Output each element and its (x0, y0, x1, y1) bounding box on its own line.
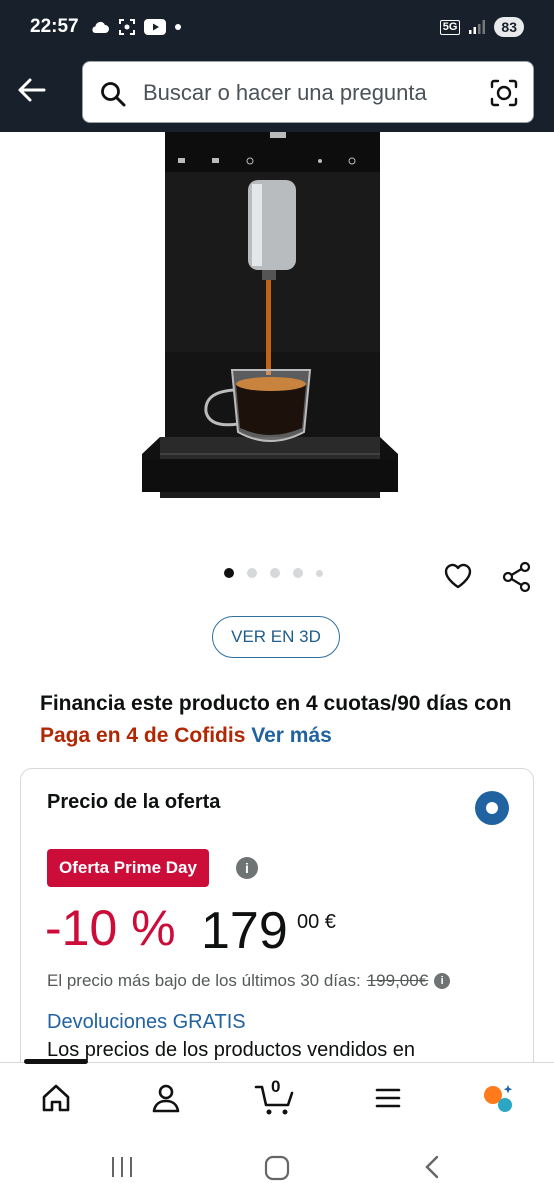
status-system-icons: 5G 83 (439, 17, 524, 37)
nav-rufus[interactable] (478, 1081, 518, 1121)
home-button-icon[interactable] (264, 1155, 290, 1181)
price-cents: 00 € (297, 911, 336, 933)
dot-icon (175, 24, 181, 30)
bottom-nav: 0 (0, 1059, 554, 1135)
signal-icon (469, 20, 486, 34)
system-nav-bar (0, 1134, 554, 1200)
back-nav-icon[interactable] (422, 1154, 444, 1180)
financing-more-link[interactable]: Ver más (251, 724, 332, 747)
account-icon (152, 1084, 180, 1113)
cart-count: 0 (271, 1077, 281, 1096)
coffee-machine-image (142, 132, 398, 498)
menu-icon (375, 1088, 401, 1108)
price-disclaimer: Los precios de los productos vendidos en (47, 1039, 416, 1061)
info-icon[interactable]: i (434, 973, 451, 989)
nav-account[interactable] (146, 1081, 186, 1121)
info-icon[interactable]: i (236, 857, 258, 879)
rufus-icon (484, 1085, 513, 1112)
lowest-price-info: El precio más bajo de los últimos 30 día… (47, 971, 451, 991)
back-arrow-icon (18, 78, 46, 102)
financing-provider: Paga en 4 de Cofidis (40, 724, 246, 747)
nav-menu[interactable] (368, 1081, 408, 1121)
network-5g: 5G (439, 19, 461, 35)
offer-radio[interactable] (475, 791, 509, 825)
status-time: 22:57 (30, 16, 79, 37)
carousel-dot[interactable] (270, 568, 280, 578)
search-input[interactable]: Buscar o hacer una pregunta (82, 61, 534, 123)
offer-title: Precio de la oferta (47, 791, 221, 813)
lowest-price-value: 199,00€ (366, 971, 429, 990)
share-icon (502, 561, 531, 593)
carousel-dot[interactable] (293, 568, 303, 578)
carousel-indicator (224, 568, 323, 578)
financing-text: Financia este producto en 4 cuotas/90 dí… (40, 692, 512, 715)
screenshot-icon (119, 19, 135, 35)
camera-icon[interactable] (489, 78, 519, 108)
free-returns-link[interactable]: Devoluciones GRATIS (47, 1011, 246, 1034)
offer-card[interactable]: Precio de la oferta Oferta Prime Day i -… (20, 768, 534, 1088)
back-button[interactable] (14, 72, 50, 108)
search-placeholder: Buscar o hacer una pregunta (143, 80, 427, 105)
home-icon (42, 1084, 70, 1112)
wishlist-button[interactable] (442, 560, 474, 597)
battery-level: 83 (494, 17, 524, 37)
view-3d-button[interactable]: VER EN 3D (212, 616, 340, 658)
search-icon (101, 82, 126, 107)
recent-apps-icon[interactable] (110, 1156, 134, 1178)
heart-icon (444, 563, 472, 589)
discount-percent: -10 % (45, 900, 176, 956)
youtube-icon (144, 19, 166, 35)
status-bar: 22:57 5G 83 (0, 0, 554, 58)
active-tab-indicator (24, 1059, 88, 1064)
header: Buscar o hacer una pregunta (0, 58, 554, 132)
carousel-dot[interactable] (247, 568, 257, 578)
nav-home[interactable] (36, 1081, 76, 1121)
cloud-icon (92, 21, 109, 33)
carousel-dot[interactable] (224, 568, 234, 578)
carousel-dot[interactable] (316, 569, 323, 577)
lowest-price-label: El precio más bajo de los últimos 30 día… (47, 971, 361, 990)
nav-cart[interactable]: 0 (254, 1077, 298, 1121)
price-whole: 179 (201, 902, 288, 960)
financing-info: Financia este producto en 4 cuotas/90 dí… (40, 688, 520, 752)
status-notification-icons (90, 18, 182, 36)
deal-badge: Oferta Prime Day (47, 849, 209, 887)
share-button[interactable] (500, 560, 534, 599)
product-image[interactable] (0, 132, 554, 552)
